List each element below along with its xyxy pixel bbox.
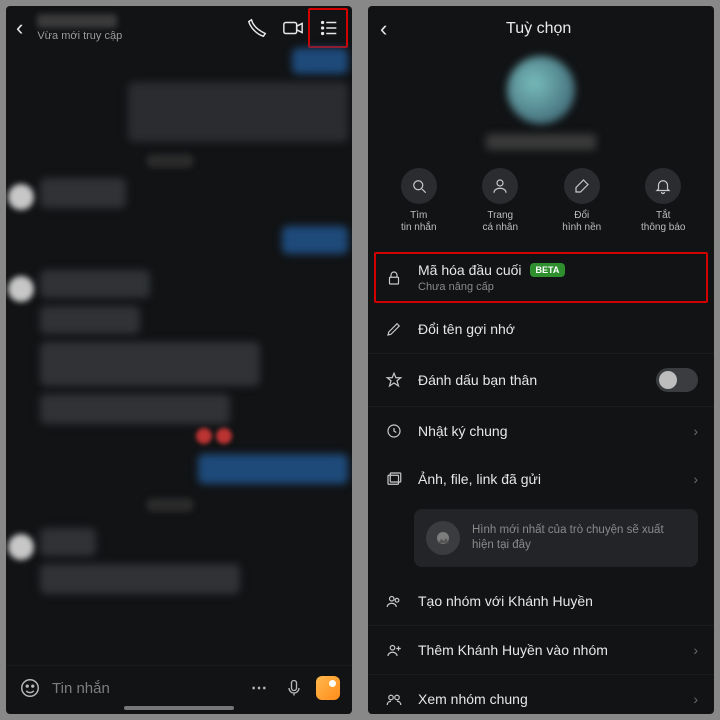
profile-name-blurred [486,134,596,150]
msg-in[interactable] [40,270,150,298]
chevron-right-icon: › [693,691,698,707]
more-icon[interactable]: ⋯ [248,676,272,700]
row-label: Đánh dấu bạn thân [418,372,642,388]
options-screen: ‹ Tuỳ chọn Tìm tin nhắn Trang cá nhân Đổ… [368,6,714,714]
row-label: Đổi tên gợi nhớ [418,321,698,337]
avatar[interactable] [8,276,34,302]
chevron-right-icon: › [693,423,698,439]
msg-in[interactable] [40,528,96,556]
chat-body[interactable] [6,48,352,665]
quick-label: Tìm tin nhắn [401,210,437,234]
row-e2e-encryption[interactable]: Mã hóa đầu cuốiBETA Chưa nâng cấp [368,250,714,305]
video-call-icon[interactable] [282,17,304,39]
media-empty-hint: Hình mới nhất của trò chuyện sẽ xuất hiệ… [414,509,698,567]
row-sublabel: Chưa nâng cấp [418,281,698,293]
options-header: ‹ Tuỳ chọn [368,6,714,52]
row-label: Nhật ký chung [418,423,679,439]
msg-in[interactable] [40,564,240,594]
avatar[interactable] [8,534,34,560]
options-title: Tuỳ chọn [375,20,702,38]
contact-name-blurred [37,14,117,28]
image-stack-icon [384,469,404,489]
row-add-to-group[interactable]: Thêm Khánh Huyền vào nhóm › [368,625,714,674]
msg-in[interactable] [40,178,126,208]
chat-screen: ‹ Vừa mới truy cập [6,6,352,714]
row-label: Thêm Khánh Huyền vào nhóm [418,642,679,658]
quick-search[interactable]: Tìm tin nhắn [384,168,454,234]
message-input[interactable]: Tin nhắn [52,680,238,697]
chat-header: ‹ Vừa mới truy cập [6,6,352,48]
msg-out[interactable] [292,48,348,74]
emoji-icon[interactable] [18,676,42,700]
row-rename[interactable]: Đổi tên gợi nhớ [368,305,714,353]
quick-label: Tắt thông báo [641,210,686,234]
menu-highlight [308,8,348,48]
msg-in[interactable] [40,342,260,386]
row-label: Tạo nhóm với Khánh Huyền [418,593,698,609]
back-icon[interactable]: ‹ [16,15,23,41]
chat-title-block: Vừa mới truy cập [37,14,232,42]
row-shared-diary[interactable]: Nhật ký chung › [368,406,714,455]
mic-icon[interactable] [282,676,306,700]
avatar[interactable] [8,184,34,210]
date-divider [146,498,194,512]
msg-out[interactable] [198,454,348,484]
photo-icon [426,521,460,555]
reactions[interactable] [196,428,232,444]
groups-icon [384,689,404,709]
quick-wallpaper[interactable]: Đổi hình nền [547,168,617,234]
brush-icon [564,168,600,204]
last-seen: Vừa mới truy cập [37,30,232,42]
date-divider [146,154,194,168]
search-icon [401,168,437,204]
profile-block [368,52,714,160]
row-view-groups[interactable]: Xem nhóm chung › [368,674,714,714]
voice-call-icon[interactable] [246,17,268,39]
person-plus-icon [384,640,404,660]
chevron-right-icon: › [693,471,698,487]
quick-mute[interactable]: Tắt thông báo [628,168,698,234]
row-label: Ảnh, file, link đã gửi [418,471,679,487]
chevron-right-icon: › [693,642,698,658]
beta-badge: BETA [530,263,566,277]
quick-label: Trang cá nhân [482,210,518,234]
gallery-icon[interactable] [316,676,340,700]
msg-in[interactable] [40,306,140,334]
profile-avatar[interactable] [507,56,575,124]
star-icon [384,370,404,390]
msg-out[interactable] [282,226,348,254]
pencil-icon [384,319,404,339]
msg-out[interactable] [128,82,348,142]
person-icon [482,168,518,204]
msg-in[interactable] [40,394,230,424]
group-add-icon [384,591,404,611]
bell-icon [645,168,681,204]
clock-icon [384,421,404,441]
quick-label: Đổi hình nền [562,210,601,234]
quick-profile[interactable]: Trang cá nhân [465,168,535,234]
row-create-group[interactable]: Tạo nhóm với Khánh Huyền [368,577,714,625]
row-label: Xem nhóm chung [418,691,679,707]
hint-text: Hình mới nhất của trò chuyện sẽ xuất hiệ… [472,523,686,553]
home-indicator [124,706,234,710]
row-best-friend[interactable]: Đánh dấu bạn thân [368,353,714,406]
quick-actions: Tìm tin nhắn Trang cá nhân Đổi hình nền … [368,160,714,250]
row-media[interactable]: Ảnh, file, link đã gửi › [368,455,714,503]
row-label: Mã hóa đầu cuốiBETA [418,262,698,278]
toggle-best-friend[interactable] [656,368,698,392]
lock-icon [384,268,404,288]
